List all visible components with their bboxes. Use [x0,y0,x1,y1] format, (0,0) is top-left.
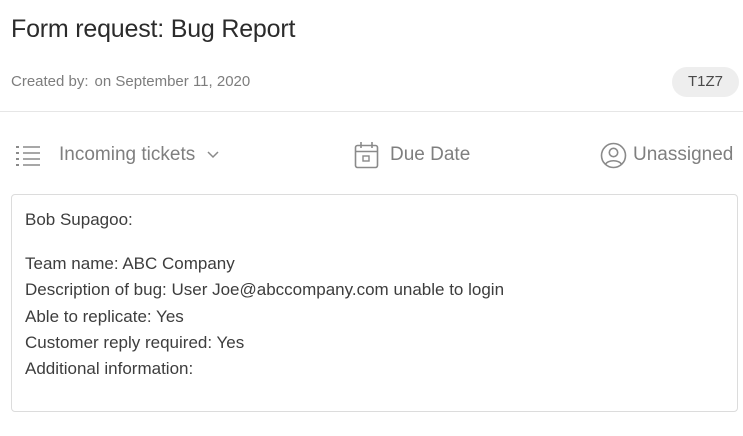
message-line: Customer reply required: Yes [25,333,245,352]
header-divider [0,111,743,112]
created-by-label: Created by: [11,73,89,90]
due-date-button[interactable]: Due Date [354,140,470,170]
message-line: Additional information: [25,359,194,378]
message-line: Description of bug: User Joe@abccompany.… [25,280,505,299]
created-info: Created by: on September 11, 2020 [11,73,250,90]
message-greeting: Bob Supagoo: [25,210,133,229]
created-date: on September 11, 2020 [94,73,251,90]
status-dropdown[interactable]: Incoming tickets [15,140,219,170]
calendar-icon [354,141,379,169]
status-label: Incoming tickets [59,144,196,165]
message-line: Team name: ABC Company [25,254,235,273]
assignee-button[interactable]: Unassigned [600,140,733,170]
user-circle-icon [600,142,627,169]
message-line: Able to replicate: Yes [25,307,184,326]
list-icon [15,144,41,166]
ticket-id-badge: T1Z7 [672,67,739,97]
due-date-label: Due Date [390,144,471,165]
chevron-down-icon [207,151,219,159]
page-title: Form request: Bug Report [11,15,296,43]
request-message: Bob Supagoo: Team name: ABC Company Desc… [11,194,738,412]
assignee-label: Unassigned [633,144,734,165]
